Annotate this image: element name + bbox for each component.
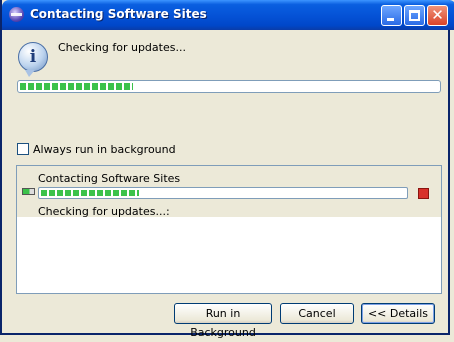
close-icon: ✕ <box>431 6 444 24</box>
run-in-background-button[interactable]: Run in Background <box>174 303 272 339</box>
details-panel: Contacting Software Sites Checking for u… <box>16 165 442 294</box>
close-button[interactable]: ✕ <box>427 5 448 26</box>
progress-dialog: Contacting Software Sites ✕ i Checking f… <box>0 0 454 339</box>
job-row[interactable]: Contacting Software Sites Checking for u… <box>17 166 441 218</box>
stop-job-button[interactable] <box>418 188 429 199</box>
details-toggle-button[interactable]: << Details <box>361 303 435 324</box>
title-bar[interactable]: Contacting Software Sites ✕ <box>2 0 454 30</box>
main-progress-fill <box>20 83 133 90</box>
job-title: Contacting Software Sites <box>38 172 181 185</box>
job-progress-fill <box>41 190 140 196</box>
maximize-button[interactable] <box>404 5 425 26</box>
progress-job-icon <box>22 188 35 195</box>
job-status: Checking for updates...: <box>38 205 170 218</box>
minimize-button[interactable] <box>381 5 402 26</box>
window-title: Contacting Software Sites <box>30 7 207 21</box>
info-icon: i <box>18 42 48 77</box>
job-progress-bar <box>38 187 408 199</box>
always-run-in-background-checkbox[interactable] <box>17 143 29 155</box>
eclipse-app-icon <box>9 7 24 22</box>
always-run-in-background-label[interactable]: Always run in background <box>33 143 176 156</box>
cancel-button[interactable]: Cancel <box>280 303 354 324</box>
main-progress-bar <box>17 80 441 93</box>
status-message: Checking for updates... <box>58 41 186 54</box>
info-glyph: i <box>29 47 37 67</box>
